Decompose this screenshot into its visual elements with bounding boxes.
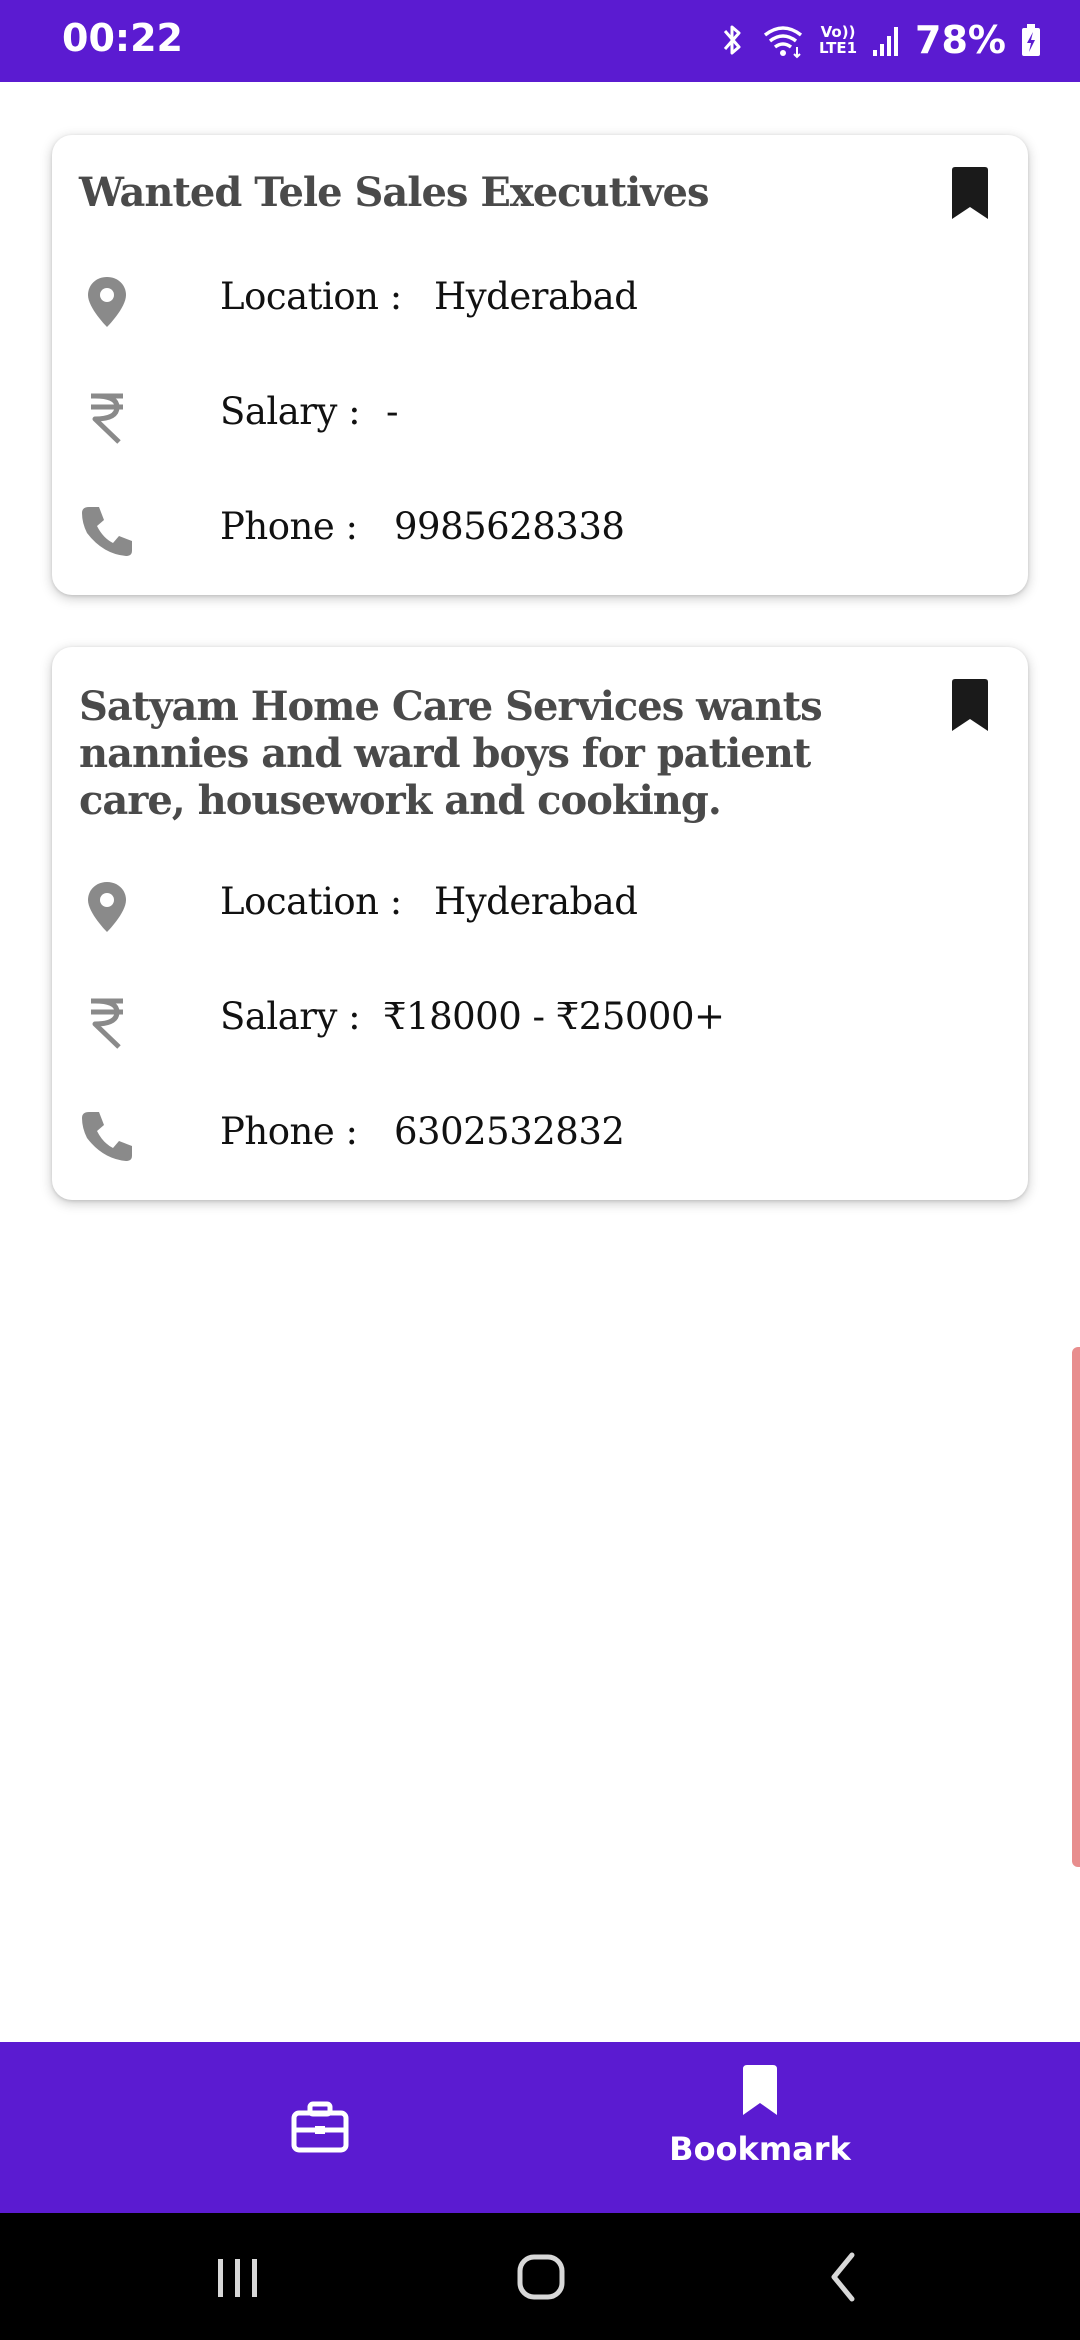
- salary-label: Salary :: [220, 390, 361, 433]
- rupee-icon: [91, 998, 123, 1049]
- phone-value[interactable]: 9985628338: [394, 505, 625, 548]
- salary-label: Salary :: [220, 995, 361, 1038]
- bluetooth-icon: [723, 25, 741, 55]
- nav-jobs-tab[interactable]: [240, 2067, 400, 2187]
- volte-label: Vo)): [820, 23, 856, 41]
- job-title: Wanted Tele Sales Executives: [79, 169, 709, 216]
- location-label: Location :: [220, 880, 402, 923]
- lte-indicator: Vo)) LTE1: [819, 24, 857, 56]
- phone-value[interactable]: 6302532832: [394, 1110, 625, 1153]
- phone-row: Phone : 6302532832: [79, 1100, 1008, 1170]
- wifi-icon: [763, 26, 803, 59]
- salary-value: ₹18000 - ₹25000+: [383, 995, 725, 1038]
- salary-value: -: [386, 390, 399, 433]
- location-row: Location : Hyderabad: [79, 870, 1008, 940]
- recent-apps-icon[interactable]: [198, 2241, 278, 2311]
- location-value: Hyderabad: [434, 275, 638, 318]
- battery-charging-icon: [1022, 24, 1040, 56]
- signal-icon: [873, 27, 899, 56]
- briefcase-icon: [291, 2101, 349, 2153]
- phone-label: Phone :: [220, 505, 358, 548]
- salary-row: Salary : -: [79, 380, 1008, 450]
- location-row: Location : Hyderabad: [79, 265, 1008, 335]
- status-bar: 00:22 Vo)) LTE1 78%: [0, 0, 1080, 82]
- job-card[interactable]: Satyam Home Care Services wants nannies …: [52, 647, 1028, 1200]
- phone-icon[interactable]: [79, 503, 135, 559]
- job-title: Satyam Home Care Services wants nannies …: [79, 683, 823, 824]
- bookmark-icon[interactable]: [948, 679, 992, 731]
- rupee-icon: [91, 393, 123, 444]
- bookmark-icon: [743, 2065, 777, 2115]
- bottom-navigation: Bookmark: [0, 2042, 1080, 2213]
- location-pin-icon: [88, 277, 126, 327]
- nav-bookmark-label: Bookmark: [669, 2130, 851, 2168]
- location-pin-icon: [88, 882, 126, 932]
- salary-row: Salary : ₹18000 - ₹25000+: [79, 985, 1008, 1055]
- location-label: Location :: [220, 275, 402, 318]
- location-value: Hyderabad: [434, 880, 638, 923]
- bookmark-list[interactable]: Wanted Tele Sales Executives Location : …: [0, 82, 1080, 2042]
- phone-icon[interactable]: [79, 1108, 135, 1164]
- bookmark-icon[interactable]: [948, 167, 992, 219]
- status-time: 00:22: [62, 16, 183, 60]
- lte-label: LTE1: [819, 39, 858, 57]
- battery-percent: 78%: [915, 18, 1006, 62]
- scroll-indicator[interactable]: [1072, 1347, 1080, 1867]
- job-card[interactable]: Wanted Tele Sales Executives Location : …: [52, 135, 1028, 595]
- system-navigation-bar: [0, 2213, 1080, 2340]
- phone-label: Phone :: [220, 1110, 358, 1153]
- home-icon[interactable]: [500, 2241, 580, 2311]
- nav-bookmark-tab[interactable]: Bookmark: [650, 2062, 870, 2192]
- status-icons: Vo)) LTE1 78%: [717, 14, 1042, 66]
- phone-row: Phone : 9985628338: [79, 495, 1008, 565]
- back-icon[interactable]: [802, 2241, 882, 2311]
